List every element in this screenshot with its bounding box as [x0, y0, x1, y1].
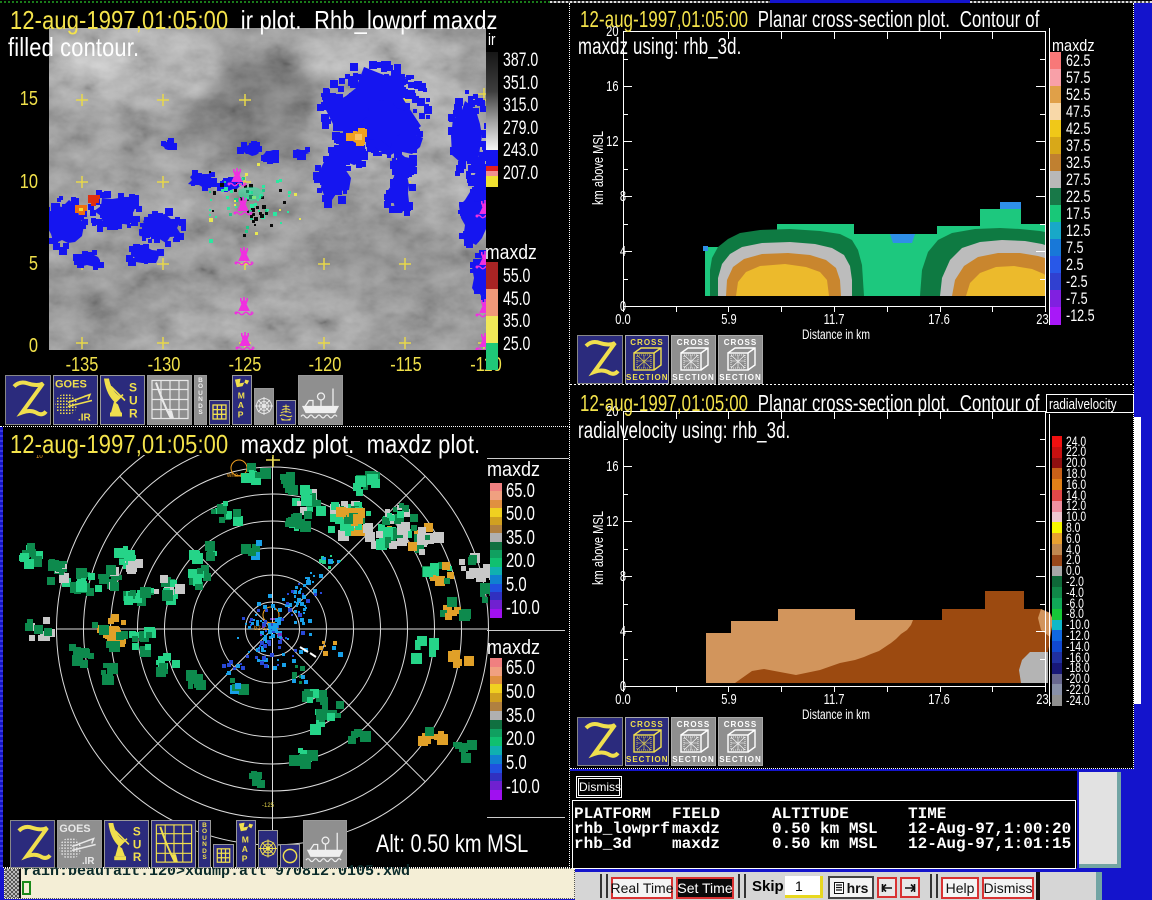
svg-text:M: M [238, 391, 245, 401]
svg-text:U: U [133, 838, 141, 851]
svg-text:S: S [129, 381, 137, 395]
svg-text:U: U [129, 394, 138, 408]
svg-text:R: R [133, 851, 142, 864]
svg-text:GOES: GOES [59, 823, 90, 835]
svg-text:-125: -125 [262, 803, 275, 809]
svg-text:P: P [242, 854, 248, 864]
svg-text:R: R [129, 407, 138, 421]
svg-text:.IR: .IR [82, 856, 94, 867]
svg-text:GOES: GOES [55, 379, 87, 391]
svg-text:A: A [238, 400, 244, 410]
svg-text:A: A [242, 844, 248, 854]
svg-text:P: P [238, 410, 244, 420]
svg-text:M: M [242, 835, 249, 845]
svg-text:S: S [133, 826, 141, 839]
svg-text:.IR: .IR [78, 413, 92, 424]
